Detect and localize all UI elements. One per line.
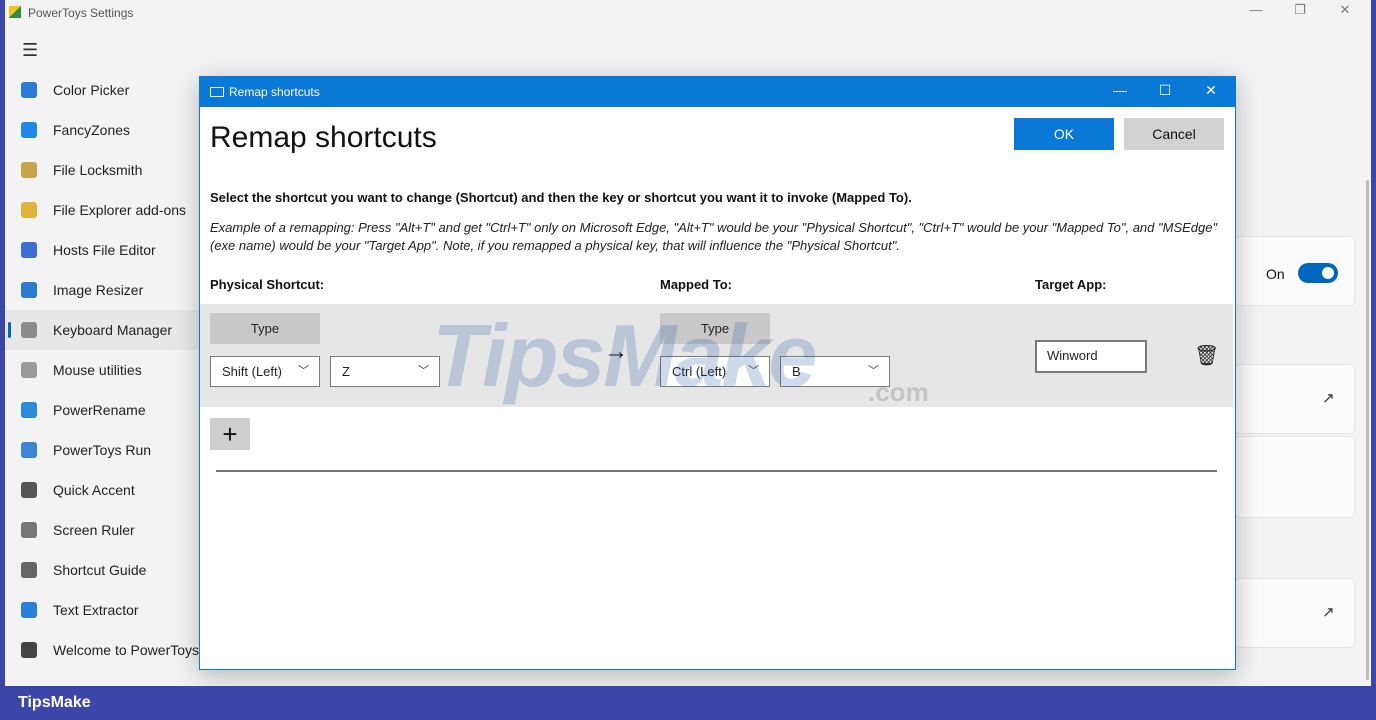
physical-shortcut-header: Physical Shortcut:: [210, 277, 325, 292]
sidebar-item-label: Mouse utilities: [53, 362, 142, 378]
sidebar-item-label: Shortcut Guide: [53, 562, 147, 578]
remap-keys-card[interactable]: ↗: [1235, 364, 1355, 434]
example-text: Example of a remapping: Press "Alt+T" an…: [210, 220, 1218, 253]
sidebar-item-color-picker[interactable]: Color Picker: [5, 70, 200, 110]
dialog-close-button[interactable]: ✕: [1196, 82, 1226, 99]
window-title: PowerToys Settings: [28, 6, 134, 20]
physical-key2-select[interactable]: Z ﹀: [330, 356, 440, 387]
hamburger-menu-icon[interactable]: ☰: [22, 40, 38, 61]
footer-brand: TipsMake: [18, 694, 91, 711]
physical-key2-value: Z: [342, 364, 350, 379]
sidebar-item-label: Hosts File Editor: [53, 242, 156, 258]
sidebar-item-quick-accent[interactable]: Quick Accent: [5, 470, 200, 510]
external-link-icon: ↗: [1322, 390, 1335, 407]
restore-button[interactable]: ❐: [1285, 2, 1315, 18]
sidebar-item-label: PowerRename: [53, 402, 146, 418]
sidebar-item-welcome-to-powertoys[interactable]: Welcome to PowerToys: [5, 630, 200, 670]
quick-accent-icon: [21, 482, 37, 498]
chevron-down-icon: ﹀: [418, 365, 429, 377]
sidebar-nav: Color Picker FancyZones File Locksmith File…: [5, 70, 200, 670]
chevron-down-icon: ﹀: [868, 365, 879, 377]
close-button[interactable]: ✕: [1330, 2, 1360, 18]
powerrename-icon: [21, 402, 37, 418]
sidebar-item-label: Text Extractor: [53, 602, 139, 618]
dialog-heading: Remap shortcuts: [210, 121, 437, 154]
sidebar-item-label: File Locksmith: [53, 162, 143, 178]
sidebar-item-label: Image Resizer: [53, 282, 144, 298]
sidebar-item-label: File Explorer add-ons: [53, 202, 187, 218]
sidebar-item-label: Color Picker: [53, 82, 130, 98]
sidebar-item-text-extractor[interactable]: Text Extractor: [5, 590, 200, 630]
dialog-title: Remap shortcuts: [229, 85, 320, 99]
minimize-button[interactable]: —: [1241, 2, 1271, 17]
remap-shortcuts-card[interactable]: [1235, 436, 1355, 518]
hosts-file-editor-icon: [21, 242, 37, 258]
color-picker-icon: [21, 82, 37, 98]
physical-key1-select[interactable]: Shift (Left) ﹀: [210, 356, 320, 387]
sidebar-item-screen-ruler[interactable]: Screen Ruler: [5, 510, 200, 550]
target-app-header: Target App:: [1035, 277, 1107, 292]
sidebar-item-label: Welcome to PowerToys: [53, 642, 200, 658]
image-resizer-icon: [21, 282, 37, 298]
window-title-bar: PowerToys Settings — ❐ ✕: [5, 0, 1371, 24]
scrollbar[interactable]: [1366, 180, 1369, 680]
sidebar-item-keyboard-manager[interactable]: Keyboard Manager: [5, 310, 200, 350]
target-app-value: Winword: [1047, 348, 1098, 363]
powertoys-run-icon: [21, 442, 37, 458]
sidebar-item-image-resizer[interactable]: Image Resizer: [5, 270, 200, 310]
dialog-minimize-button[interactable]: —: [1105, 82, 1135, 98]
sidebar-item-fancyzones[interactable]: FancyZones: [5, 110, 200, 150]
welcome-to-powertoys-icon: [21, 642, 37, 658]
dialog-title-bar: Remap shortcuts — ☐ ✕: [200, 77, 1235, 107]
fancyzones-icon: [21, 122, 37, 138]
mouse-utilities-icon: [21, 362, 37, 378]
mapped-to-header: Mapped To:: [660, 277, 732, 292]
powertoys-app-icon: [9, 6, 21, 18]
enable-toggle[interactable]: [1298, 263, 1338, 283]
remap-shortcuts-dialog: Remap shortcuts — ☐ ✕ Remap shortcuts OK…: [199, 76, 1236, 670]
sidebar-item-hosts-file-editor[interactable]: Hosts File Editor: [5, 230, 200, 270]
delete-icon[interactable]: 🗑: [1194, 343, 1219, 368]
shortcut-guide-icon: [21, 562, 37, 578]
add-shortcut-button[interactable]: +: [210, 418, 250, 450]
sidebar-item-label: FancyZones: [53, 122, 131, 138]
watermark-suffix: .com: [868, 377, 929, 407]
sidebar-item-file-explorer-add-ons[interactable]: File Explorer add-ons: [5, 190, 200, 230]
toggle-label: On: [1266, 266, 1285, 282]
sidebar-item-file-locksmith[interactable]: File Locksmith: [5, 150, 200, 190]
file-explorer-add-ons-icon: [21, 202, 37, 218]
sidebar-item-shortcut-guide[interactable]: Shortcut Guide: [5, 550, 200, 590]
target-app-input[interactable]: Winword: [1035, 340, 1147, 373]
sidebar-item-powertoys-run[interactable]: PowerToys Run: [5, 430, 200, 470]
sidebar-item-mouse-utilities[interactable]: Mouse utilities: [5, 350, 200, 390]
dialog-maximize-button[interactable]: ☐: [1150, 82, 1180, 99]
learn-more-card[interactable]: ↗: [1235, 578, 1355, 648]
instruction-text: Select the shortcut you want to change (…: [210, 190, 912, 205]
divider: [216, 470, 1217, 472]
screen-ruler-icon: [21, 522, 37, 538]
file-locksmith-icon: [21, 162, 37, 178]
physical-type-button[interactable]: Type: [210, 313, 320, 344]
cancel-button[interactable]: Cancel: [1124, 118, 1224, 150]
enable-card: On: [1235, 236, 1355, 306]
external-link-icon: ↗: [1322, 604, 1335, 621]
sidebar-item-label: Screen Ruler: [53, 522, 135, 538]
sidebar-item-label: Keyboard Manager: [53, 322, 173, 338]
ok-button[interactable]: OK: [1014, 118, 1114, 150]
sidebar-item-label: Quick Accent: [53, 482, 135, 498]
physical-key1-value: Shift (Left): [222, 364, 282, 379]
sidebar-item-label: PowerToys Run: [53, 442, 152, 458]
text-extractor-icon: [21, 602, 37, 618]
watermark-logo: TipsMake: [432, 306, 817, 405]
sidebar-item-powerrename[interactable]: PowerRename: [5, 390, 200, 430]
footer-bar: TipsMake: [0, 686, 1376, 720]
chevron-down-icon: ﹀: [298, 365, 309, 377]
keyboard-manager-icon: [21, 322, 37, 338]
keyboard-icon: [210, 87, 224, 97]
